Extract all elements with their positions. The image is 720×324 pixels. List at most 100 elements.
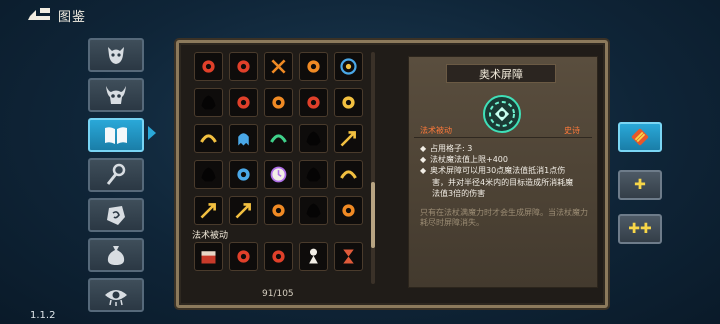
red-spiky-passive-icon xyxy=(272,250,285,263)
treasure-chest-passive-icon xyxy=(201,251,216,264)
demon-face-icon xyxy=(108,47,124,64)
flaming-sword-rune-icon xyxy=(272,204,285,217)
horned-skull-icon xyxy=(106,86,126,104)
stat-continuation: 法值3倍的伤害 xyxy=(432,189,486,198)
purple-clock-rune-icon xyxy=(270,166,287,183)
top-bar: 图鉴 xyxy=(0,0,720,30)
spell-slot[interactable] xyxy=(299,52,328,81)
version-label: 1.1.2 xyxy=(30,310,56,321)
spell-slot[interactable] xyxy=(334,242,363,271)
locked-shadow-icon xyxy=(306,167,321,182)
spell-slot[interactable] xyxy=(264,124,293,153)
spiked-creature-passive-icon xyxy=(237,250,250,263)
spell-slot[interactable] xyxy=(229,242,258,271)
red-flower-rune-icon xyxy=(237,96,250,109)
spell-slot[interactable] xyxy=(334,124,363,153)
red-cross-arrows-rune-icon xyxy=(235,203,251,219)
diamond-bullet-icon: ◆ xyxy=(420,155,427,164)
category-tab-bag[interactable] xyxy=(88,238,144,272)
spell-slot[interactable] xyxy=(194,160,223,189)
diamond-bullet-icon: ◆ xyxy=(420,144,427,153)
orange-swirl-rune-icon xyxy=(307,60,320,73)
locked-shadow-icon xyxy=(306,131,321,146)
section-label-passive: 法术被动 xyxy=(192,231,229,241)
stat-line: ◆ 占用格子: 3 xyxy=(420,144,472,154)
fire-burst-rune-icon xyxy=(272,96,285,109)
rainbow-arc-rune-icon xyxy=(270,134,287,143)
eye-icon xyxy=(105,290,127,306)
open-book-icon xyxy=(105,127,127,144)
filter-button[interactable] xyxy=(618,122,662,152)
spell-slot[interactable] xyxy=(194,196,223,225)
spell-slot[interactable] xyxy=(299,242,328,271)
spell-slot[interactable] xyxy=(264,88,293,117)
add-one-button[interactable]: ✚ xyxy=(618,170,662,200)
lightning-rune-icon xyxy=(237,168,250,181)
spell-slot[interactable] xyxy=(194,242,223,271)
spell-slot[interactable] xyxy=(229,160,258,189)
back-button[interactable] xyxy=(26,6,52,22)
back-arrow-icon xyxy=(28,8,50,20)
gold-bow-rune-icon xyxy=(340,170,357,179)
spell-slot[interactable] xyxy=(299,88,328,117)
locked-shadow-icon xyxy=(201,95,216,110)
hourglass-passive-icon xyxy=(343,249,354,264)
spell-slot[interactable] xyxy=(299,160,328,189)
spell-slot[interactable] xyxy=(194,124,223,153)
money-bag-icon xyxy=(107,246,125,265)
gold-mask-rune-icon xyxy=(342,96,355,109)
blue-vortex-rune-icon xyxy=(340,58,357,75)
spell-slot[interactable] xyxy=(334,160,363,189)
stat-text: 奥术屏障可以用30点魔法值抵消1点伤 xyxy=(430,166,566,175)
diamond-bullet-icon: ◆ xyxy=(420,166,427,175)
category-tab-staff[interactable] xyxy=(88,158,144,192)
collection-counter: 91/105 xyxy=(262,289,294,299)
spell-slot[interactable] xyxy=(229,196,258,225)
orange-cross-rune-icon xyxy=(271,59,286,74)
spell-slot[interactable] xyxy=(334,88,363,117)
spell-slot[interactable] xyxy=(229,52,258,81)
red-serpent-rune-icon xyxy=(237,60,250,73)
stat-continuation: 害，并对半径4米内的目标造成所消耗魔 xyxy=(432,178,574,187)
spell-slot[interactable] xyxy=(229,88,258,117)
detail-divider xyxy=(414,137,592,138)
rune-stone-icon xyxy=(107,206,125,225)
spell-slot[interactable] xyxy=(334,196,363,225)
double-plus-icon: ✚✚ xyxy=(628,221,652,237)
spell-slot[interactable] xyxy=(264,242,293,271)
spell-grid xyxy=(190,50,372,286)
page-title: 图鉴 xyxy=(58,10,87,25)
stat-text: 占用格子: 3 xyxy=(430,144,473,153)
double-arrow-rune-icon xyxy=(340,131,356,147)
spell-slot[interactable] xyxy=(264,160,293,189)
gold-arc-rune-icon xyxy=(200,134,217,143)
grid-scrollbar[interactable] xyxy=(371,52,375,284)
category-tab-book[interactable] xyxy=(88,118,144,152)
spell-slot[interactable] xyxy=(299,124,328,153)
spell-slot[interactable] xyxy=(194,52,223,81)
plus-icon: ✚ xyxy=(634,177,646,193)
spell-slot[interactable] xyxy=(264,196,293,225)
active-tab-indicator xyxy=(148,126,156,140)
staff-icon xyxy=(106,163,126,185)
category-tab-boss[interactable] xyxy=(88,78,144,112)
grid-scroll-thumb[interactable] xyxy=(371,182,375,248)
spell-slot[interactable] xyxy=(264,52,293,81)
spell-slot[interactable] xyxy=(299,196,328,225)
stat-line: ◆ 法杖魔法值上限+400 xyxy=(420,155,508,165)
red-crown-rune-icon xyxy=(307,96,320,109)
red-flame-rune-icon xyxy=(202,60,215,73)
white-figure-passive-icon xyxy=(309,248,318,264)
spell-type-tag: 法术被动 xyxy=(420,126,452,135)
flavor-text: 只有在法杖满魔力时才会生成屏障。当法杖魔力耗尽时屏障消失。 xyxy=(420,208,588,227)
spell-slot[interactable] xyxy=(334,52,363,81)
blue-ghost-rune-icon xyxy=(238,133,249,146)
category-tab-eye[interactable] xyxy=(88,278,144,312)
locked-shadow-icon xyxy=(201,167,216,182)
category-tab-rune[interactable] xyxy=(88,198,144,232)
spell-slot[interactable] xyxy=(194,88,223,117)
spell-slot[interactable] xyxy=(229,124,258,153)
category-tab-monster[interactable] xyxy=(88,38,144,72)
detail-title: 奥术屏障 xyxy=(446,64,556,83)
add-two-button[interactable]: ✚✚ xyxy=(618,214,662,244)
